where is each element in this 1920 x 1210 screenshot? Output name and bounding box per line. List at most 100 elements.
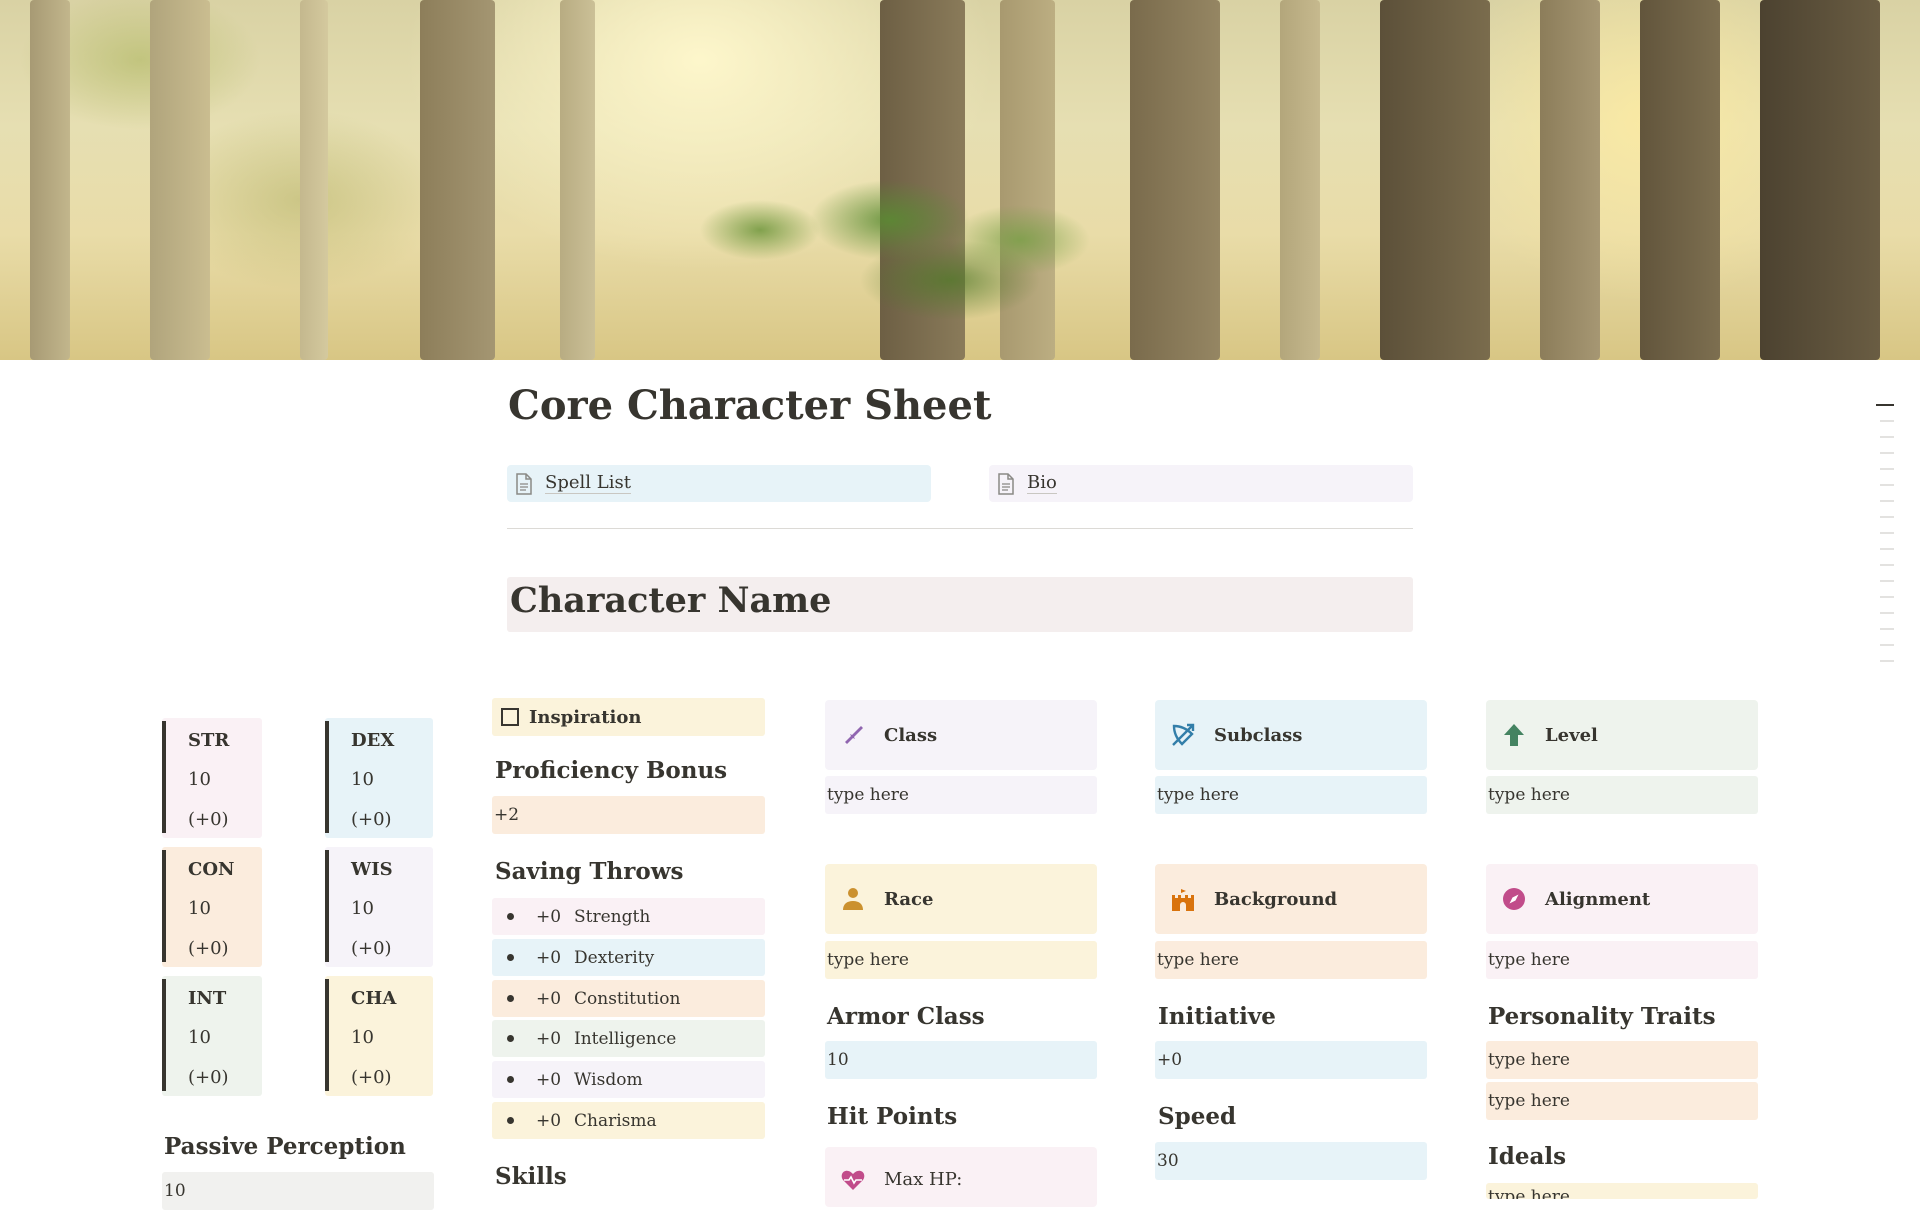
bullet-icon bbox=[507, 1117, 514, 1124]
ability-modifier: (+0) bbox=[188, 809, 229, 830]
toc-marker[interactable] bbox=[1880, 660, 1894, 662]
ability-wis[interactable]: WIS 10 (+0) bbox=[325, 847, 433, 967]
initiative-value[interactable]: +0 bbox=[1155, 1041, 1427, 1079]
toc-marker[interactable] bbox=[1880, 532, 1894, 534]
toc-marker[interactable] bbox=[1880, 644, 1894, 646]
personality-trait-value[interactable]: type here bbox=[1486, 1041, 1758, 1079]
passive-perception-value[interactable]: 10 bbox=[162, 1172, 434, 1210]
spell-list-link[interactable]: Spell List bbox=[507, 465, 931, 502]
ability-dex[interactable]: DEX 10 (+0) bbox=[325, 718, 433, 838]
ability-modifier: (+0) bbox=[351, 938, 392, 959]
level-value[interactable]: type here bbox=[1486, 776, 1758, 814]
saving-throw-mod: +0 bbox=[536, 906, 562, 927]
class-callout[interactable]: Class bbox=[825, 700, 1097, 770]
hit-points-callout[interactable]: Max HP: bbox=[825, 1147, 1097, 1207]
toc-marker[interactable] bbox=[1880, 612, 1894, 614]
spell-list-link-label: Spell List bbox=[545, 472, 631, 494]
toc-marker[interactable] bbox=[1880, 580, 1894, 582]
toc-marker[interactable] bbox=[1876, 404, 1894, 406]
armor-class-heading: Armor Class bbox=[827, 1003, 985, 1030]
toc-marker[interactable] bbox=[1880, 484, 1894, 486]
cover-tree bbox=[1380, 0, 1490, 360]
saving-throw-row[interactable]: +0 Dexterity bbox=[492, 939, 765, 976]
ability-str[interactable]: STR 10 (+0) bbox=[162, 718, 262, 838]
saving-throw-row[interactable]: +0 Wisdom bbox=[492, 1061, 765, 1098]
subclass-callout[interactable]: Subclass bbox=[1155, 700, 1427, 770]
ability-score[interactable]: 10 bbox=[188, 769, 211, 790]
bullet-icon bbox=[507, 954, 514, 961]
cover-tree bbox=[1640, 0, 1720, 360]
toc-marker[interactable] bbox=[1880, 516, 1894, 518]
skills-heading: Skills bbox=[495, 1163, 567, 1190]
proficiency-bonus-heading: Proficiency Bonus bbox=[495, 757, 728, 784]
cover-image bbox=[0, 0, 1920, 360]
hit-points-heading: Hit Points bbox=[827, 1103, 958, 1130]
level-label: Level bbox=[1545, 724, 1598, 746]
armor-class-value[interactable]: 10 bbox=[825, 1041, 1097, 1079]
ability-score[interactable]: 10 bbox=[351, 1027, 374, 1048]
initiative-heading: Initiative bbox=[1158, 1003, 1276, 1030]
ability-score[interactable]: 10 bbox=[188, 1027, 211, 1048]
level-callout[interactable]: Level bbox=[1486, 700, 1758, 770]
bullet-icon bbox=[507, 1076, 514, 1083]
alignment-callout[interactable]: Alignment bbox=[1486, 864, 1758, 934]
alignment-value[interactable]: type here bbox=[1486, 941, 1758, 979]
ability-con[interactable]: CON 10 (+0) bbox=[162, 847, 262, 967]
ability-score[interactable]: 10 bbox=[351, 769, 374, 790]
character-name-block[interactable]: Character Name bbox=[507, 577, 1413, 632]
max-hp-label: Max HP: bbox=[884, 1169, 963, 1190]
toc-marker[interactable] bbox=[1880, 452, 1894, 454]
saving-throw-mod: +0 bbox=[536, 1028, 562, 1049]
class-value[interactable]: type here bbox=[825, 776, 1097, 814]
toc-marker[interactable] bbox=[1880, 596, 1894, 598]
ability-abbr: CON bbox=[188, 859, 235, 880]
background-value[interactable]: type here bbox=[1155, 941, 1427, 979]
saving-throw-row[interactable]: +0 Constitution bbox=[492, 980, 765, 1017]
ability-score[interactable]: 10 bbox=[188, 898, 211, 919]
page-title[interactable]: Core Character Sheet bbox=[508, 382, 991, 429]
toc-marker[interactable] bbox=[1880, 628, 1894, 630]
saving-throw-row[interactable]: +0 Charisma bbox=[492, 1102, 765, 1139]
ability-cha[interactable]: CHA 10 (+0) bbox=[325, 976, 433, 1096]
personality-trait-value[interactable]: type here bbox=[1486, 1082, 1758, 1120]
character-name-heading[interactable]: Character Name bbox=[507, 577, 1413, 625]
arrow-up-icon bbox=[1501, 722, 1527, 748]
inspiration-checkbox[interactable]: Inspiration bbox=[492, 698, 765, 736]
saving-throws-heading: Saving Throws bbox=[495, 858, 684, 885]
saving-throw-row[interactable]: +0 Strength bbox=[492, 898, 765, 935]
subclass-value[interactable]: type here bbox=[1155, 776, 1427, 814]
toc-marker[interactable] bbox=[1880, 548, 1894, 550]
cover-tree bbox=[150, 0, 210, 360]
page-icon bbox=[998, 472, 1014, 495]
checkbox-icon[interactable] bbox=[501, 708, 519, 726]
ideals-heading: Ideals bbox=[1488, 1143, 1567, 1170]
cover-tree bbox=[1760, 0, 1880, 360]
race-value[interactable]: type here bbox=[825, 941, 1097, 979]
race-callout[interactable]: Race bbox=[825, 864, 1097, 934]
saving-throw-row[interactable]: +0 Intelligence bbox=[492, 1020, 765, 1057]
ideals-value[interactable]: type here bbox=[1486, 1183, 1758, 1199]
saving-throw-mod: +0 bbox=[536, 1110, 562, 1131]
speed-value[interactable]: 30 bbox=[1155, 1142, 1427, 1180]
toc-marker[interactable] bbox=[1880, 420, 1894, 422]
table-of-contents[interactable] bbox=[1876, 404, 1894, 676]
background-callout[interactable]: Background bbox=[1155, 864, 1427, 934]
cover-foliage bbox=[690, 170, 1110, 320]
ability-int[interactable]: INT 10 (+0) bbox=[162, 976, 262, 1096]
saving-throw-name: Charisma bbox=[574, 1110, 657, 1131]
bio-link-label: Bio bbox=[1027, 472, 1057, 494]
background-label: Background bbox=[1214, 888, 1338, 910]
proficiency-bonus-value[interactable]: +2 bbox=[492, 796, 765, 834]
cover-tree bbox=[560, 0, 595, 360]
toc-marker[interactable] bbox=[1880, 436, 1894, 438]
race-label: Race bbox=[884, 888, 934, 910]
ability-score[interactable]: 10 bbox=[351, 898, 374, 919]
cover-tree bbox=[300, 0, 328, 360]
passive-perception-heading: Passive Perception bbox=[164, 1133, 406, 1160]
toc-marker[interactable] bbox=[1880, 500, 1894, 502]
bio-link[interactable]: Bio bbox=[989, 465, 1413, 502]
personality-traits-heading: Personality Traits bbox=[1488, 1003, 1716, 1030]
toc-marker[interactable] bbox=[1880, 468, 1894, 470]
toc-marker[interactable] bbox=[1880, 564, 1894, 566]
ability-abbr: CHA bbox=[351, 988, 397, 1009]
